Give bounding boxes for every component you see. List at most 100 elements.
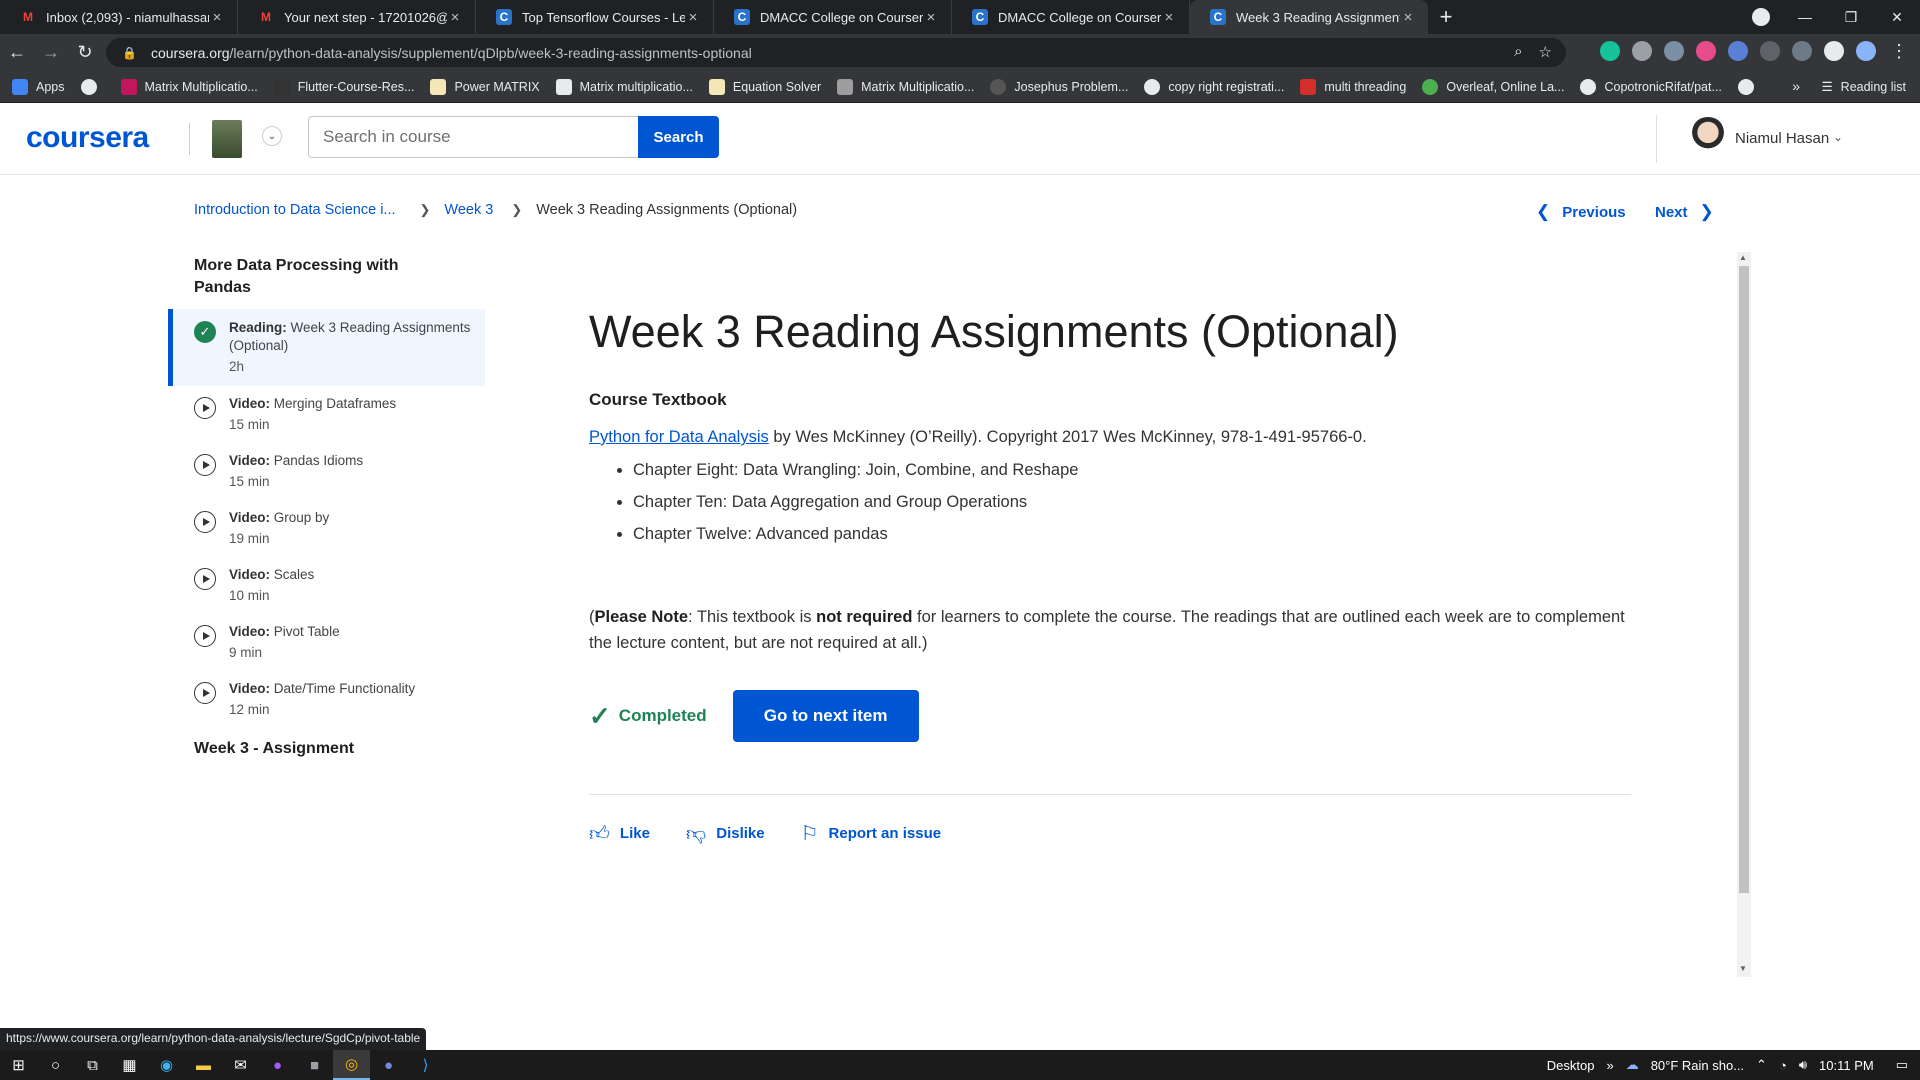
chrome-icon[interactable]: ◎ — [333, 1050, 370, 1080]
tab-search-icon[interactable] — [1752, 8, 1770, 26]
avatar[interactable] — [1688, 117, 1728, 161]
browser-menu-icon[interactable]: ⋮ — [1890, 41, 1908, 62]
vscode-icon[interactable]: ⟩ — [407, 1050, 444, 1080]
download-extension-icon[interactable] — [1728, 41, 1748, 61]
clock[interactable]: 10:11 PM — [1819, 1058, 1874, 1073]
tray-arrow-icon[interactable]: ⌃ — [1756, 1057, 1767, 1073]
bookmark-item[interactable]: Overleaf, Online La... — [1422, 78, 1564, 95]
browser-tab[interactable]: C DMACC College on Coursera | Co × — [952, 0, 1190, 34]
forward-icon[interactable]: → — [34, 36, 68, 70]
sidebar-item-reading[interactable]: ✓ Reading: Week 3 Reading Assignments (O… — [168, 309, 485, 386]
profile-avatar-icon[interactable] — [1856, 41, 1876, 61]
scrollbar-thumb[interactable] — [1739, 266, 1749, 893]
search-circle-icon[interactable]: ○ — [37, 1050, 74, 1080]
minimize-icon[interactable]: — — [1782, 0, 1828, 34]
previous-button[interactable]: ❮ Previous — [1536, 202, 1626, 222]
chevron-icon[interactable]: » — [1606, 1058, 1613, 1073]
bookmark-item[interactable]: multi threading — [1300, 78, 1406, 95]
mail-icon[interactable]: ✉ — [222, 1050, 259, 1080]
close-tab-icon[interactable]: × — [685, 9, 701, 26]
bookmark-item[interactable]: Matrix Multiplicatio... — [837, 78, 974, 95]
grammarly-icon[interactable] — [1600, 41, 1620, 61]
discord-icon[interactable]: ● — [370, 1050, 407, 1080]
bookmark-item[interactable]: Equation Solver — [708, 78, 821, 95]
sidebar-section-title[interactable]: More Data Processing with Pandas — [168, 255, 408, 299]
user-name[interactable]: Niamul Hasan — [1735, 130, 1829, 147]
camera-extension-icon[interactable] — [1632, 41, 1652, 61]
item-kind: Video: — [229, 624, 271, 639]
task-view-icon[interactable]: ⧉ — [74, 1050, 111, 1080]
volume-icon[interactable]: 🔊︎ — [1799, 1057, 1807, 1073]
bookmark-item[interactable]: Flutter-Course-Res... — [273, 78, 414, 95]
go-to-next-item-button[interactable]: Go to next item — [732, 690, 919, 742]
pen-extension-icon[interactable] — [1792, 41, 1812, 61]
close-tab-icon[interactable]: × — [1161, 9, 1177, 26]
breadcrumb-course[interactable]: Introduction to Data Science i... — [194, 202, 396, 218]
close-tab-icon[interactable]: × — [1400, 9, 1416, 26]
breadcrumb-week[interactable]: Week 3 — [444, 202, 493, 218]
new-tab-button[interactable]: + — [1428, 0, 1464, 34]
bookmark-item[interactable] — [1737, 78, 1762, 95]
scroll-up-icon[interactable]: ▲ — [1739, 253, 1747, 262]
search-input[interactable] — [308, 116, 638, 158]
weather-text[interactable]: 80°F Rain sho... — [1651, 1058, 1744, 1073]
address-bar[interactable]: 🔒 coursera.org/learn/python-data-analysi… — [106, 38, 1566, 67]
network-icon[interactable]: ◔ — [1779, 1058, 1787, 1073]
reload-icon[interactable]: ↻ — [68, 36, 102, 70]
sidebar-section-assignment[interactable]: Week 3 - Assignment — [168, 740, 485, 758]
course-thumbnail[interactable] — [212, 120, 242, 158]
textbook-link[interactable]: Python for Data Analysis — [589, 428, 769, 446]
bookmark-item[interactable]: CopotronicRifat/pat... — [1580, 78, 1722, 95]
sidebar-item-video[interactable]: Video: Pandas Idioms 15 min — [168, 443, 485, 500]
calculator-icon[interactable]: ▦ — [111, 1050, 148, 1080]
desktop-toolbar[interactable]: Desktop — [1547, 1058, 1595, 1073]
bookmark-item[interactable]: copy right registrati... — [1144, 78, 1284, 95]
bookmark-star-icon[interactable]: ☆ — [1539, 43, 1552, 61]
coursera-logo[interactable]: coursera — [26, 121, 149, 155]
chevron-down-icon[interactable]: ⌄ — [1833, 130, 1843, 144]
next-button[interactable]: Next ❯ — [1655, 202, 1714, 222]
browser-tab[interactable]: C Top Tensorflow Courses - Learn T × — [476, 0, 714, 34]
extension-icon[interactable] — [1760, 41, 1780, 61]
puzzle-icon[interactable] — [1824, 41, 1844, 61]
edge-icon[interactable]: ◉ — [148, 1050, 185, 1080]
sidebar-item-video[interactable]: Video: Merging Dataframes 15 min — [168, 386, 485, 443]
notifications-icon[interactable]: ▭ — [1896, 1057, 1908, 1073]
sidebar-item-video[interactable]: Video: Scales 10 min — [168, 557, 485, 614]
scroll-down-icon[interactable]: ▼ — [1739, 964, 1747, 973]
back-icon[interactable]: ← — [0, 36, 34, 70]
bookmark-item[interactable]: Power MATRIX — [430, 78, 540, 95]
close-window-icon[interactable]: ✕ — [1874, 0, 1920, 34]
more-bookmarks-icon[interactable]: » — [1792, 78, 1800, 94]
browser-tab[interactable]: C DMACC College on Coursera | Co × — [714, 0, 952, 34]
bookmark-apps[interactable]: Apps — [12, 78, 65, 95]
report-issue-button[interactable]: ⚐ Report an issue — [801, 821, 941, 846]
extension-icon[interactable] — [1696, 41, 1716, 61]
chevron-down-icon[interactable]: ⌄ — [262, 126, 282, 146]
app-icon[interactable]: ■ — [296, 1050, 333, 1080]
file-explorer-icon[interactable]: ▬ — [185, 1050, 222, 1080]
browser-tab-active[interactable]: C Week 3 Reading Assignments (O × — [1190, 0, 1428, 34]
sidebar-item-video[interactable]: Video: Group by 19 min — [168, 500, 485, 557]
zoom-icon[interactable]: ⌕ — [1514, 43, 1522, 61]
bookmark-item[interactable]: Matrix Multiplicatio... — [120, 78, 258, 95]
extension-icon[interactable] — [1664, 41, 1684, 61]
restore-icon[interactable]: ❐ — [1828, 0, 1874, 34]
search-button[interactable]: Search — [638, 116, 719, 158]
reading-list-button[interactable]: ☰ Reading list — [1821, 79, 1906, 95]
browser-tab[interactable]: M Inbox (2,093) - niamulhassan64@ × — [0, 0, 238, 34]
close-tab-icon[interactable]: × — [209, 9, 225, 26]
bookmark-item[interactable] — [80, 78, 105, 95]
lock-icon[interactable]: 🔒 — [122, 46, 137, 60]
close-tab-icon[interactable]: × — [923, 9, 939, 26]
sidebar-item-video[interactable]: Video: Pivot Table 9 min — [168, 614, 485, 671]
sidebar-item-video[interactable]: Video: Date/Time Functionality 12 min — [168, 671, 485, 728]
browser-tab[interactable]: M Your next step - 17201026@uap- × — [238, 0, 476, 34]
windows-start-icon[interactable]: ⊞ — [0, 1050, 37, 1080]
bookmark-item[interactable]: Matrix multiplicatio... — [555, 78, 693, 95]
bookmark-item[interactable]: Josephus Problem... — [990, 78, 1128, 95]
dislike-button[interactable]: 👎︎ Dislike — [686, 822, 765, 846]
messenger-icon[interactable]: ● — [259, 1050, 296, 1080]
like-button[interactable]: 👍︎ Like — [589, 822, 650, 846]
close-tab-icon[interactable]: × — [447, 9, 463, 26]
